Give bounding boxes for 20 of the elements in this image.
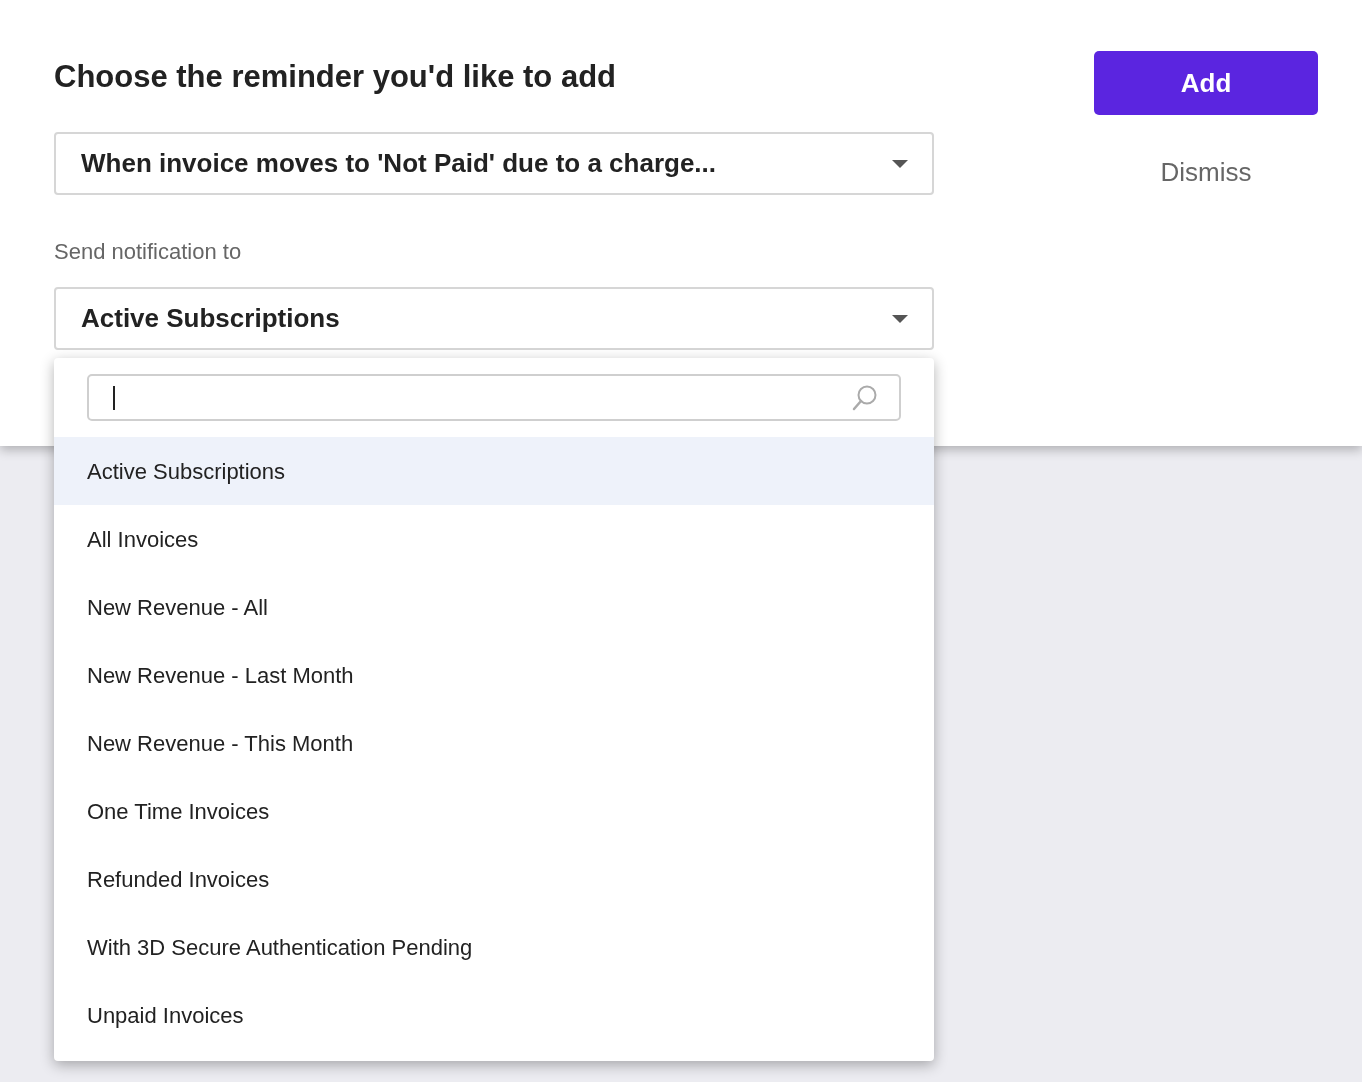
form-title: Choose the reminder you'd like to add [54, 58, 617, 96]
dropdown-option[interactable]: With 3D Secure Authentication Pending [54, 913, 934, 981]
dropdown-option[interactable]: New Revenue - All [54, 573, 934, 641]
caret-icon [892, 314, 908, 323]
notification-select[interactable]: Active Subscriptions [54, 287, 934, 350]
field-label: Send notification to [54, 238, 243, 266]
dropdown-option[interactable]: Active Subscriptions [54, 437, 934, 505]
dropdown-option[interactable]: New Revenue - This Month [54, 709, 934, 777]
reminder-select[interactable]: When invoice moves to 'Not Paid' due to a charge... [54, 132, 934, 195]
dismiss-button[interactable]: Dismiss [1160, 153, 1252, 192]
dropdown-option[interactable]: Unpaid Invoices [54, 981, 934, 1049]
text-cursor [113, 385, 115, 410]
dropdown-option[interactable]: One Time Invoices [54, 777, 934, 845]
search-icon [851, 383, 879, 412]
dropdown-option[interactable]: All Invoices [54, 505, 934, 573]
add-button[interactable]: Add [1094, 51, 1318, 115]
dropdown-option[interactable]: New Revenue - Last Month [54, 641, 934, 709]
dropdown-option[interactable]: Refunded Invoices [54, 845, 934, 913]
search-field[interactable] [87, 374, 901, 421]
caret-icon [892, 159, 908, 168]
